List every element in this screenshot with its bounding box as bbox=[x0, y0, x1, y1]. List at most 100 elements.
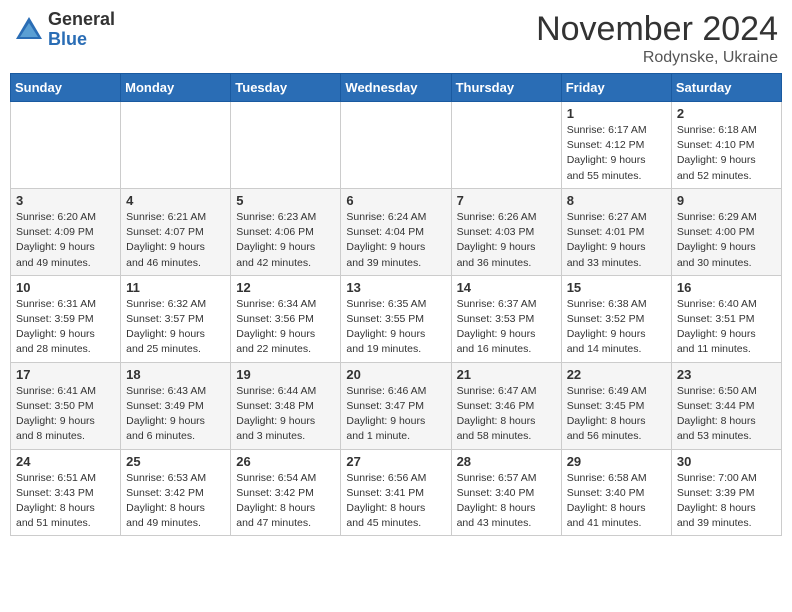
day-number: 6 bbox=[346, 193, 445, 208]
day-info: Sunrise: 6:56 AM Sunset: 3:41 PM Dayligh… bbox=[346, 471, 445, 532]
day-cell: 14 Sunrise: 6:37 AM Sunset: 3:53 PM Dayli… bbox=[451, 275, 561, 362]
day-cell: 27 Sunrise: 6:56 AM Sunset: 3:41 PM Dayli… bbox=[341, 449, 451, 536]
day-number: 14 bbox=[457, 280, 556, 295]
day-cell: 2 Sunrise: 6:18 AM Sunset: 4:10 PM Daylig… bbox=[671, 102, 781, 189]
week-row-3: 10Sunrise: 6:31 AM Sunset: 3:59 PM Dayli… bbox=[11, 275, 782, 362]
day-number: 10 bbox=[16, 280, 115, 295]
day-info: Sunrise: 6:26 AM Sunset: 4:03 PM Dayligh… bbox=[457, 210, 556, 271]
day-info: Sunrise: 6:24 AM Sunset: 4:04 PM Dayligh… bbox=[346, 210, 445, 271]
day-cell: 9 Sunrise: 6:29 AM Sunset: 4:00 PM Daylig… bbox=[671, 188, 781, 275]
header-saturday: Saturday bbox=[671, 74, 781, 102]
day-cell: 29 Sunrise: 6:58 AM Sunset: 3:40 PM Dayli… bbox=[561, 449, 671, 536]
day-number: 7 bbox=[457, 193, 556, 208]
day-cell: 13 Sunrise: 6:35 AM Sunset: 3:55 PM Dayli… bbox=[341, 275, 451, 362]
day-number: 15 bbox=[567, 280, 666, 295]
week-row-2: 3 Sunrise: 6:20 AM Sunset: 4:09 PM Daylig… bbox=[11, 188, 782, 275]
day-cell: 24Sunrise: 6:51 AM Sunset: 3:43 PM Dayli… bbox=[11, 449, 121, 536]
header-tuesday: Tuesday bbox=[231, 74, 341, 102]
day-cell: 7 Sunrise: 6:26 AM Sunset: 4:03 PM Daylig… bbox=[451, 188, 561, 275]
day-info: Sunrise: 6:58 AM Sunset: 3:40 PM Dayligh… bbox=[567, 471, 666, 532]
day-info: Sunrise: 7:00 AM Sunset: 3:39 PM Dayligh… bbox=[677, 471, 776, 532]
day-number: 5 bbox=[236, 193, 335, 208]
day-number: 3 bbox=[16, 193, 115, 208]
day-cell: 25Sunrise: 6:53 AM Sunset: 3:42 PM Dayli… bbox=[121, 449, 231, 536]
day-cell: 6 Sunrise: 6:24 AM Sunset: 4:04 PM Daylig… bbox=[341, 188, 451, 275]
day-cell: 8Sunrise: 6:27 AM Sunset: 4:01 PM Daylig… bbox=[561, 188, 671, 275]
day-info: Sunrise: 6:32 AM Sunset: 3:57 PM Dayligh… bbox=[126, 297, 225, 358]
day-number: 23 bbox=[677, 367, 776, 382]
day-info: Sunrise: 6:44 AM Sunset: 3:48 PM Dayligh… bbox=[236, 384, 335, 445]
day-number: 30 bbox=[677, 454, 776, 469]
day-number: 22 bbox=[567, 367, 666, 382]
day-number: 29 bbox=[567, 454, 666, 469]
week-row-1: 1Sunrise: 6:17 AM Sunset: 4:12 PM Daylig… bbox=[11, 102, 782, 189]
day-cell: 4 Sunrise: 6:21 AM Sunset: 4:07 PM Daylig… bbox=[121, 188, 231, 275]
day-number: 11 bbox=[126, 280, 225, 295]
day-number: 17 bbox=[16, 367, 115, 382]
day-number: 2 bbox=[677, 106, 776, 121]
day-info: Sunrise: 6:47 AM Sunset: 3:46 PM Dayligh… bbox=[457, 384, 556, 445]
day-info: Sunrise: 6:38 AM Sunset: 3:52 PM Dayligh… bbox=[567, 297, 666, 358]
day-cell: 28 Sunrise: 6:57 AM Sunset: 3:40 PM Dayli… bbox=[451, 449, 561, 536]
header-monday: Monday bbox=[121, 74, 231, 102]
day-cell: 16 Sunrise: 6:40 AM Sunset: 3:51 PM Dayli… bbox=[671, 275, 781, 362]
day-cell: 20 Sunrise: 6:46 AM Sunset: 3:47 PM Dayli… bbox=[341, 362, 451, 449]
day-number: 27 bbox=[346, 454, 445, 469]
day-cell: 22 Sunrise: 6:49 AM Sunset: 3:45 PM Dayli… bbox=[561, 362, 671, 449]
day-info: Sunrise: 6:51 AM Sunset: 3:43 PM Dayligh… bbox=[16, 471, 115, 532]
day-cell: 10Sunrise: 6:31 AM Sunset: 3:59 PM Dayli… bbox=[11, 275, 121, 362]
day-number: 25 bbox=[126, 454, 225, 469]
day-info: Sunrise: 6:46 AM Sunset: 3:47 PM Dayligh… bbox=[346, 384, 445, 445]
day-cell bbox=[341, 102, 451, 189]
calendar-header-row: SundayMondayTuesdayWednesdayThursdayFrid… bbox=[11, 74, 782, 102]
day-info: Sunrise: 6:27 AM Sunset: 4:01 PM Dayligh… bbox=[567, 210, 666, 271]
day-number: 13 bbox=[346, 280, 445, 295]
day-info: Sunrise: 6:35 AM Sunset: 3:55 PM Dayligh… bbox=[346, 297, 445, 358]
day-number: 20 bbox=[346, 367, 445, 382]
day-cell bbox=[231, 102, 341, 189]
header-sunday: Sunday bbox=[11, 74, 121, 102]
title-block: November 2024 Rodynske, Ukraine bbox=[536, 10, 778, 67]
day-number: 9 bbox=[677, 193, 776, 208]
header-friday: Friday bbox=[561, 74, 671, 102]
logo-blue-text: Blue bbox=[48, 30, 115, 50]
day-info: Sunrise: 6:21 AM Sunset: 4:07 PM Dayligh… bbox=[126, 210, 225, 271]
day-number: 12 bbox=[236, 280, 335, 295]
day-info: Sunrise: 6:29 AM Sunset: 4:00 PM Dayligh… bbox=[677, 210, 776, 271]
header-wednesday: Wednesday bbox=[341, 74, 451, 102]
day-info: Sunrise: 6:41 AM Sunset: 3:50 PM Dayligh… bbox=[16, 384, 115, 445]
logo: General Blue bbox=[14, 10, 115, 50]
day-number: 18 bbox=[126, 367, 225, 382]
day-info: Sunrise: 6:34 AM Sunset: 3:56 PM Dayligh… bbox=[236, 297, 335, 358]
day-info: Sunrise: 6:54 AM Sunset: 3:42 PM Dayligh… bbox=[236, 471, 335, 532]
day-cell bbox=[121, 102, 231, 189]
day-number: 26 bbox=[236, 454, 335, 469]
day-number: 4 bbox=[126, 193, 225, 208]
day-number: 19 bbox=[236, 367, 335, 382]
day-cell: 18Sunrise: 6:43 AM Sunset: 3:49 PM Dayli… bbox=[121, 362, 231, 449]
day-cell: 15 Sunrise: 6:38 AM Sunset: 3:52 PM Dayli… bbox=[561, 275, 671, 362]
day-number: 21 bbox=[457, 367, 556, 382]
day-info: Sunrise: 6:18 AM Sunset: 4:10 PM Dayligh… bbox=[677, 123, 776, 184]
day-number: 28 bbox=[457, 454, 556, 469]
day-cell: 5 Sunrise: 6:23 AM Sunset: 4:06 PM Daylig… bbox=[231, 188, 341, 275]
day-number: 16 bbox=[677, 280, 776, 295]
day-info: Sunrise: 6:37 AM Sunset: 3:53 PM Dayligh… bbox=[457, 297, 556, 358]
day-cell: 30 Sunrise: 7:00 AM Sunset: 3:39 PM Dayli… bbox=[671, 449, 781, 536]
day-info: Sunrise: 6:50 AM Sunset: 3:44 PM Dayligh… bbox=[677, 384, 776, 445]
logo-text: General Blue bbox=[48, 10, 115, 50]
calendar-table: SundayMondayTuesdayWednesdayThursdayFrid… bbox=[10, 73, 782, 536]
day-cell: 17 Sunrise: 6:41 AM Sunset: 3:50 PM Dayli… bbox=[11, 362, 121, 449]
day-cell bbox=[451, 102, 561, 189]
day-info: Sunrise: 6:40 AM Sunset: 3:51 PM Dayligh… bbox=[677, 297, 776, 358]
day-info: Sunrise: 6:57 AM Sunset: 3:40 PM Dayligh… bbox=[457, 471, 556, 532]
day-cell: 11 Sunrise: 6:32 AM Sunset: 3:57 PM Dayli… bbox=[121, 275, 231, 362]
day-info: Sunrise: 6:20 AM Sunset: 4:09 PM Dayligh… bbox=[16, 210, 115, 271]
location-title: Rodynske, Ukraine bbox=[536, 49, 778, 67]
day-info: Sunrise: 6:49 AM Sunset: 3:45 PM Dayligh… bbox=[567, 384, 666, 445]
day-cell: 26 Sunrise: 6:54 AM Sunset: 3:42 PM Dayli… bbox=[231, 449, 341, 536]
week-row-5: 24Sunrise: 6:51 AM Sunset: 3:43 PM Dayli… bbox=[11, 449, 782, 536]
day-cell: 19 Sunrise: 6:44 AM Sunset: 3:48 PM Dayli… bbox=[231, 362, 341, 449]
day-info: Sunrise: 6:17 AM Sunset: 4:12 PM Dayligh… bbox=[567, 123, 666, 184]
day-info: Sunrise: 6:23 AM Sunset: 4:06 PM Dayligh… bbox=[236, 210, 335, 271]
